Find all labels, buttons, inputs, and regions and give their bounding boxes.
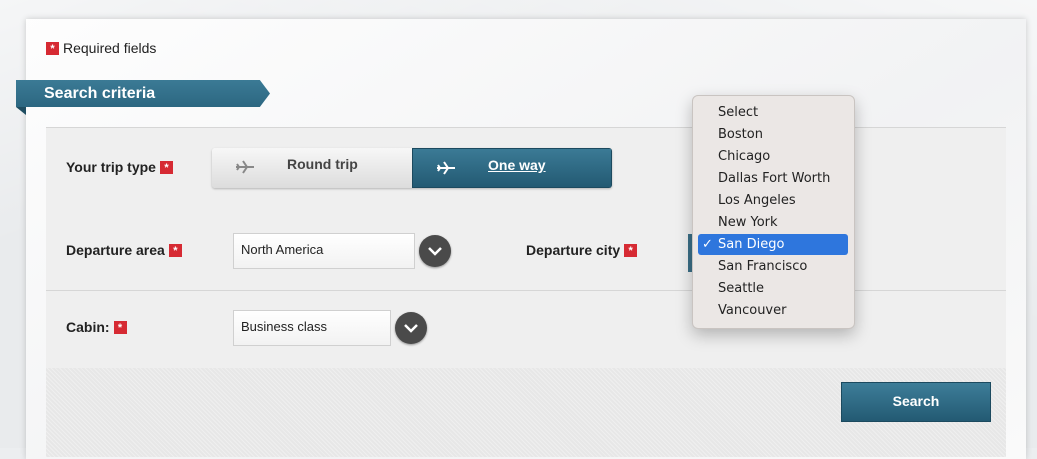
cabin-label: Cabin: * (66, 319, 127, 335)
cabin-label-text: Cabin: (66, 319, 110, 335)
departure-city-label: Departure city * (526, 242, 638, 258)
dropdown-option[interactable]: New York (698, 212, 848, 233)
trip-type-toggle: Round trip One way (212, 148, 612, 188)
dropdown-option[interactable]: Los Angeles (698, 190, 848, 211)
trip-type-row: Your trip type * Round trip One way (46, 127, 1006, 215)
one-way-option[interactable]: One way (412, 148, 612, 188)
required-star-icon: * (46, 41, 59, 55)
section-title: Search criteria (16, 80, 270, 107)
dropdown-option-selected[interactable]: ✓ San Diego (698, 234, 848, 255)
one-way-label: One way (488, 157, 546, 173)
cabin-row: Cabin: * Business class (46, 291, 1006, 367)
dropdown-option[interactable]: Dallas Fort Worth (698, 168, 848, 189)
round-trip-label: Round trip (287, 156, 358, 172)
required-fields-legend: * Required fields (46, 40, 156, 56)
required-star-icon: * (168, 243, 182, 257)
trip-type-label: Your trip type * (66, 159, 173, 175)
dropdown-option[interactable]: San Francisco (698, 256, 848, 277)
required-star-icon: * (113, 320, 127, 334)
plane-icon (435, 159, 457, 182)
search-panel: * Required fields Search criteria Your t… (16, 19, 1026, 459)
required-fields-text: Required fields (63, 40, 157, 56)
departure-city-dropdown: Select Boston Chicago Dallas Fort Worth … (692, 95, 855, 329)
required-star-icon: * (624, 243, 638, 257)
departure-area-label: Departure area * (66, 242, 182, 258)
cabin-chevron-button[interactable] (395, 312, 427, 344)
plane-icon (234, 158, 256, 181)
checkmark-icon: ✓ (702, 237, 713, 252)
departure-area-chevron-button[interactable] (419, 235, 451, 267)
form-footer: Search (46, 368, 1006, 457)
dropdown-option[interactable]: Boston (698, 124, 848, 145)
chevron-down-icon (404, 324, 418, 333)
dropdown-option[interactable]: Select (698, 102, 848, 123)
round-trip-option[interactable]: Round trip (212, 148, 412, 188)
dropdown-option[interactable]: Chicago (698, 146, 848, 167)
dropdown-option[interactable]: Seattle (698, 278, 848, 299)
form-area: Your trip type * Round trip One way Depa… (46, 127, 1006, 457)
cabin-select[interactable]: Business class (233, 310, 391, 346)
banner-fold (16, 107, 26, 115)
chevron-down-icon (428, 247, 442, 256)
departure-city-label-text: Departure city (526, 242, 621, 258)
selected-option-label: San Diego (718, 237, 785, 252)
departure-area-label-text: Departure area (66, 242, 165, 258)
search-button[interactable]: Search (841, 382, 991, 422)
dropdown-option[interactable]: Vancouver (698, 300, 848, 321)
required-star-icon: * (159, 160, 173, 174)
departure-area-select[interactable]: North America (233, 233, 415, 269)
departure-row: Departure area * North America Departure… (46, 214, 1006, 291)
trip-type-label-text: Your trip type (66, 159, 156, 175)
